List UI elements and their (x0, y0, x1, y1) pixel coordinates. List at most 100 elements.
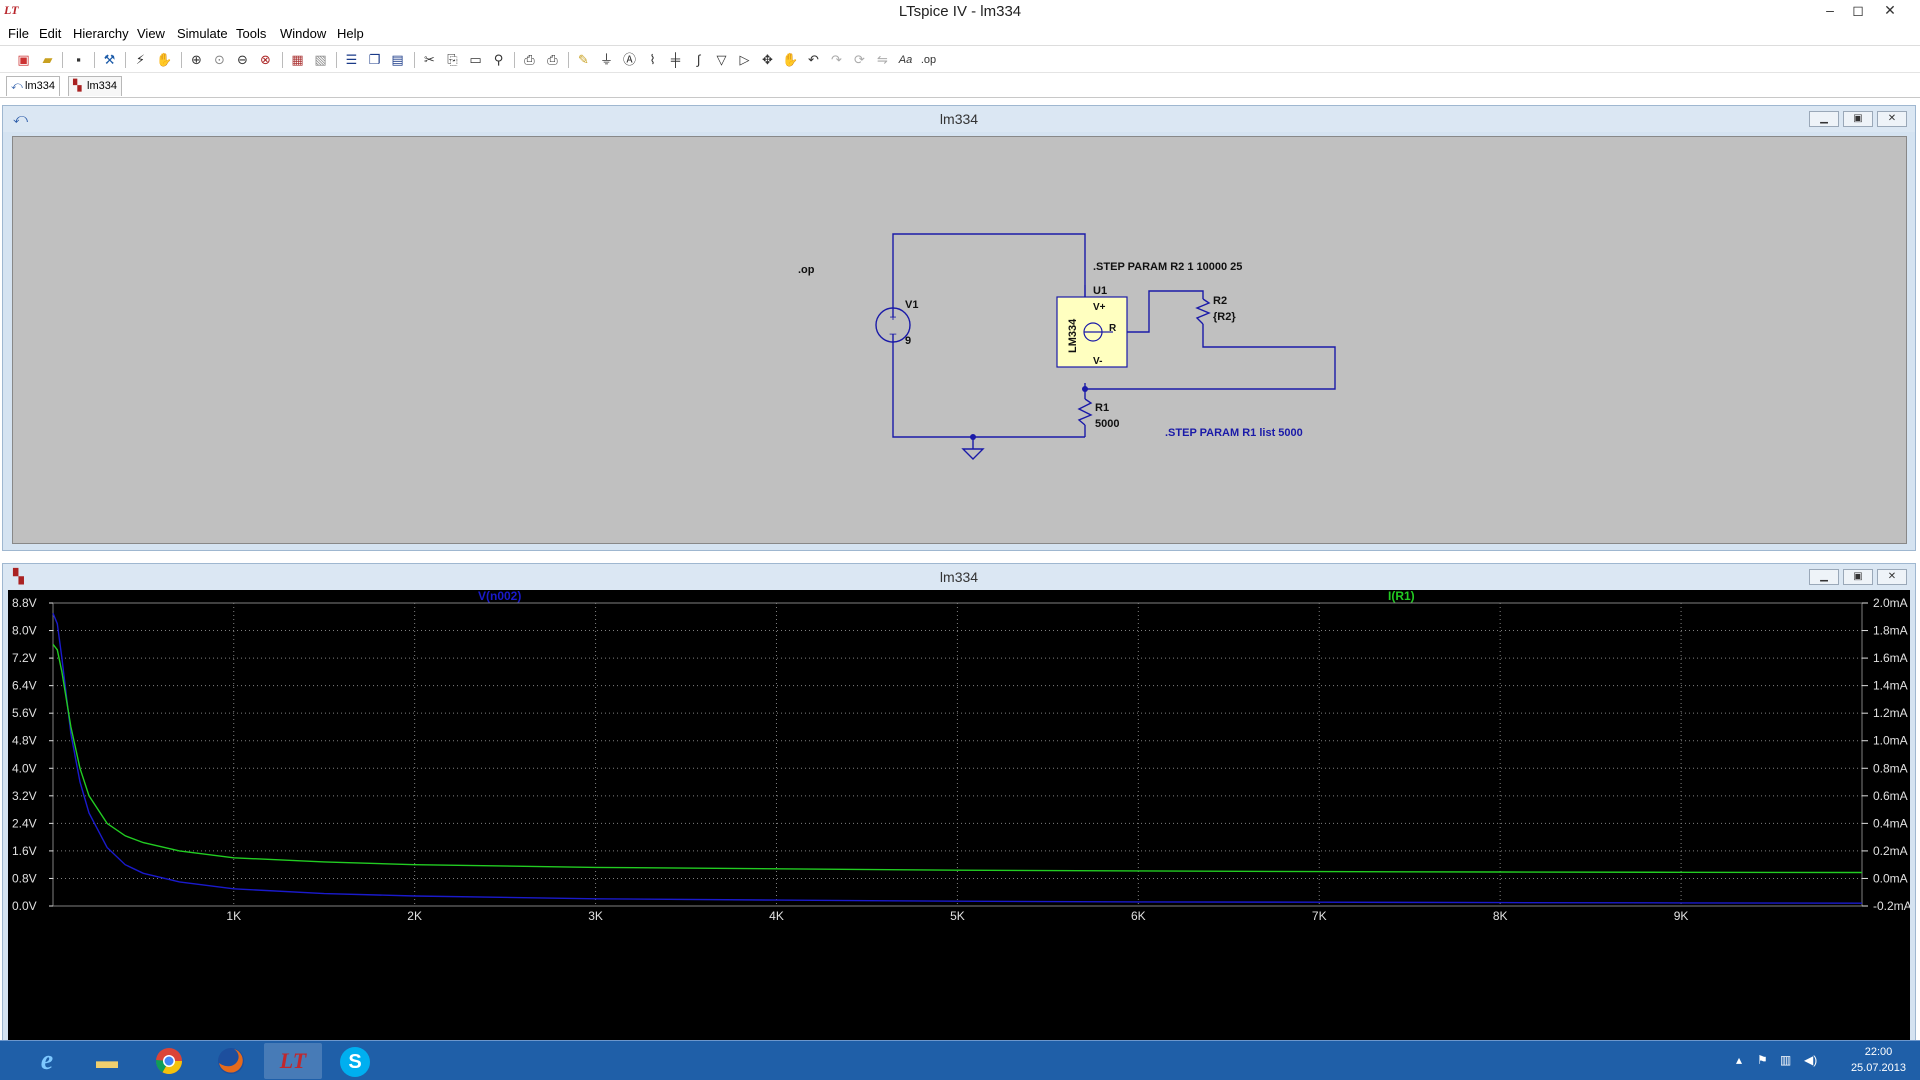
y-left-tick-label: 8.0V (12, 624, 37, 638)
tile-horizontal-icon[interactable]: ☰ (342, 51, 361, 69)
spice-directive-icon[interactable]: .op (919, 51, 938, 69)
plot-frame (52, 602, 1863, 907)
zoom-fit-icon[interactable]: ⊗ (256, 51, 275, 69)
waveform-icon: ▚ (73, 80, 82, 92)
drag-icon[interactable]: ✋ (781, 51, 800, 69)
save-icon[interactable]: ▪ (69, 51, 88, 69)
tab-waveform[interactable]: ▚ lm334 (68, 76, 122, 96)
find-icon[interactable]: ⚲ (489, 51, 508, 69)
inductor-icon[interactable]: ∫ (689, 51, 708, 69)
tab-schematic[interactable]: ⤺ lm334 (6, 76, 60, 96)
undo-icon[interactable]: ↶ (804, 51, 823, 69)
plot-close-button[interactable]: ✕ (1877, 569, 1907, 585)
schematic-window-titlebar[interactable]: ⤺ lm334 ▁ ▣ ✕ (3, 106, 1915, 132)
op-directive[interactable]: .op (798, 264, 815, 276)
new-schematic-icon[interactable]: ▣ (14, 51, 33, 69)
junction-dot (1082, 386, 1088, 392)
step-r2-directive[interactable]: .STEP PARAM R2 1 10000 25 (1093, 261, 1242, 273)
redo-icon[interactable]: ↷ (827, 51, 846, 69)
menu-simulate[interactable]: Simulate (177, 26, 228, 41)
text-icon[interactable]: Aa (896, 51, 915, 69)
schematic-minimize-button[interactable]: ▁ (1809, 111, 1839, 127)
restore-button[interactable]: ◻ (1844, 1, 1872, 21)
y-left-tick-label: 4.8V (12, 734, 37, 748)
y-right-tick-label: 1.2mA (1873, 706, 1908, 720)
minimize-button[interactable]: – (1816, 1, 1844, 21)
clock[interactable]: 22:00 25.07.2013 (1851, 1044, 1906, 1076)
move-icon[interactable]: ✥ (758, 51, 777, 69)
action-center-icon[interactable]: ⚑ (1757, 1053, 1768, 1067)
menu-hierarchy[interactable]: Hierarchy (73, 26, 129, 41)
print-setup-icon[interactable]: ⎙ (520, 51, 539, 69)
pan-icon[interactable]: ⊙ (210, 51, 229, 69)
control-panel-icon[interactable]: ⚒ (100, 51, 119, 69)
component-icon[interactable]: ▷ (735, 51, 754, 69)
schematic-canvas[interactable]: + – V1 9 LM334 V+ R V- U1 R2 {R2} R1 500… (12, 136, 1907, 544)
step-r1-directive[interactable]: .STEP PARAM R1 list 5000 (1165, 427, 1303, 439)
svg-text:–: – (890, 326, 897, 340)
skype-icon[interactable]: S (326, 1043, 384, 1079)
plot-minimize-button[interactable]: ▁ (1809, 569, 1839, 585)
r1-resistor-icon[interactable] (1077, 398, 1093, 426)
ground-icon[interactable]: ⏚ (597, 51, 616, 69)
y-right-tick-label: 0.4mA (1873, 816, 1908, 830)
print-icon[interactable]: ⎙ (543, 51, 562, 69)
run-icon[interactable]: ⚡ (131, 51, 150, 69)
autorange-icon[interactable]: ▦ (288, 51, 307, 69)
ltspice-icon[interactable]: LT (264, 1043, 322, 1079)
mirror-icon[interactable]: ⇋ (873, 51, 892, 69)
v1-source-icon[interactable]: + – (875, 243, 911, 343)
right-trace-label[interactable]: I(R1) (1388, 590, 1415, 603)
ground-icon[interactable] (961, 448, 985, 460)
chrome-icon[interactable] (140, 1043, 198, 1079)
label-net-icon[interactable]: Ⓐ (620, 51, 639, 69)
plot-canvas[interactable]: 1K 2K 3K 4K 5K 6K 7K 8K 9K 8.8V 8.0V 7.2V 6.4V 5.6V 4.… (8, 590, 1910, 1080)
schematic-close-button[interactable]: ✕ (1877, 111, 1907, 127)
menu-window[interactable]: Window (280, 26, 326, 41)
r1-name: R1 (1095, 402, 1109, 414)
internet-explorer-icon[interactable]: e (18, 1043, 76, 1079)
menu-edit[interactable]: Edit (39, 26, 61, 41)
file-explorer-icon[interactable]: ▬ (78, 1043, 136, 1079)
open-icon[interactable]: ▰ (38, 51, 57, 69)
y-right-tick-label: 0.8mA (1873, 761, 1908, 775)
draw-wire-icon[interactable]: ✎ (574, 51, 593, 69)
left-trace-label[interactable]: V(n002) (478, 590, 521, 603)
copy-icon[interactable]: ⎘ (443, 51, 462, 69)
menu-help[interactable]: Help (337, 26, 364, 41)
cascade-icon[interactable]: ❐ (365, 51, 384, 69)
resistor-icon[interactable]: ⌇ (643, 51, 662, 69)
x-tick-label: 9K (1674, 909, 1689, 923)
y-right-tick-label: 1.4mA (1873, 679, 1908, 693)
rotate-icon[interactable]: ⟳ (850, 51, 869, 69)
close-button[interactable]: ✕ (1876, 1, 1904, 21)
network-icon[interactable]: ▥ (1780, 1053, 1791, 1067)
view-fft-icon[interactable]: ▧ (311, 51, 330, 69)
y-right-tick-label: 1.8mA (1873, 624, 1908, 638)
y-right-tick-label: 2.0mA (1873, 596, 1908, 610)
firefox-icon[interactable] (202, 1043, 260, 1079)
diode-icon[interactable]: ▽ (712, 51, 731, 69)
show-hidden-icons-icon[interactable]: ▴ (1736, 1053, 1742, 1067)
paste-icon[interactable]: ▭ (466, 51, 485, 69)
tile-vertical-icon[interactable]: ▤ (388, 51, 407, 69)
cut-icon[interactable]: ✂ (420, 51, 439, 69)
r2-resistor-icon[interactable] (1195, 298, 1211, 325)
y-left-tick-label: 1.6V (12, 844, 37, 858)
halt-icon[interactable]: ✋ (155, 51, 174, 69)
svg-text:+: + (889, 310, 896, 324)
schematic-maximize-button[interactable]: ▣ (1843, 111, 1873, 127)
capacitor-icon[interactable]: ╪ (666, 51, 685, 69)
plot-maximize-button[interactable]: ▣ (1843, 569, 1873, 585)
volume-icon[interactable]: ◀) (1804, 1053, 1817, 1067)
zoom-out-icon[interactable]: ⊖ (233, 51, 252, 69)
x-tick-label: 5K (950, 909, 965, 923)
menu-file[interactable]: File (8, 26, 29, 41)
menu-view[interactable]: View (137, 26, 165, 41)
y-left-tick-label: 4.0V (12, 761, 37, 775)
plot-window-titlebar[interactable]: ▚ lm334 ▁ ▣ ✕ (3, 564, 1915, 590)
menu-tools[interactable]: Tools (236, 26, 266, 41)
y-right-tick-label: 1.0mA (1873, 734, 1908, 748)
taskbar: e ▬ LT S ▴ ⚑ ▥ ◀) 22:00 25.07.2013 (0, 1040, 1920, 1080)
zoom-in-icon[interactable]: ⊕ (187, 51, 206, 69)
